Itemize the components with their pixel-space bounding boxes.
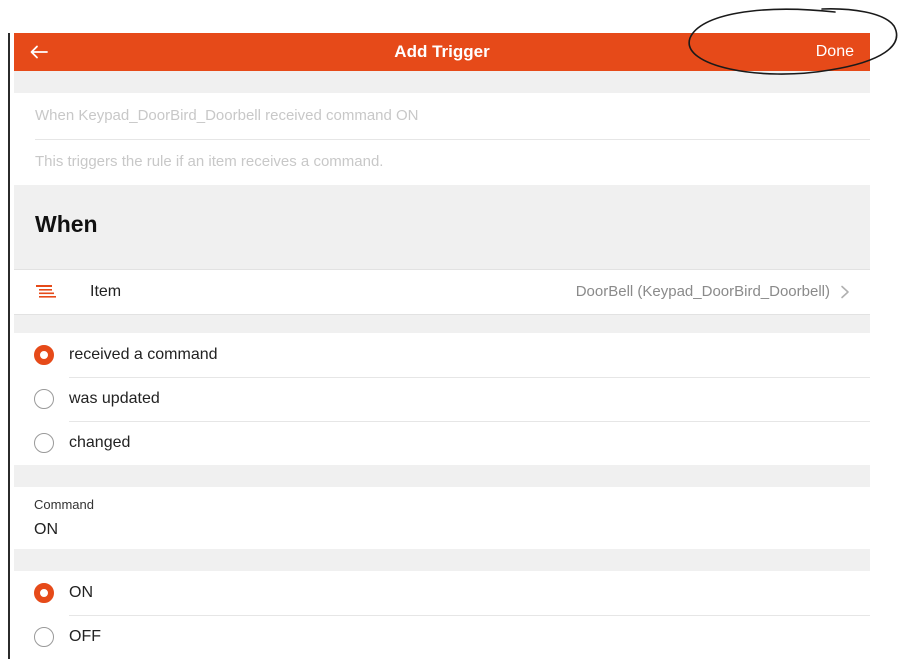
- radio-unselected-icon[interactable]: [34, 433, 54, 453]
- chevron-right-icon: [841, 285, 849, 299]
- command-value-options: ON OFF: [14, 571, 870, 659]
- item-label: Item: [90, 283, 122, 300]
- page-title: Add Trigger: [394, 42, 490, 61]
- radio-unselected-icon[interactable]: [34, 627, 54, 647]
- back-arrow-icon: [30, 45, 48, 59]
- command-option[interactable]: OFF: [14, 615, 870, 659]
- command-value[interactable]: ON: [34, 521, 58, 539]
- top-app-bar: Add Trigger Done: [14, 33, 870, 71]
- radio-selected-icon[interactable]: [34, 345, 54, 365]
- event-type-option[interactable]: received a command: [14, 333, 870, 377]
- trigger-description: When Keypad_DoorBird_Doorbell received c…: [35, 93, 870, 140]
- list-icon: [36, 285, 56, 298]
- event-type-options: received a command was updated changed: [14, 333, 870, 465]
- item-selector-row[interactable]: Item DoorBell (Keypad_DoorBird_Doorbell): [14, 269, 870, 315]
- background-edge: [8, 33, 10, 659]
- command-option[interactable]: ON: [14, 571, 870, 615]
- when-heading: When: [35, 211, 98, 237]
- command-label: Command: [34, 497, 94, 512]
- command-field[interactable]: Command ON: [14, 487, 870, 549]
- radio-unselected-icon[interactable]: [34, 389, 54, 409]
- back-button[interactable]: [30, 39, 66, 65]
- trigger-summary: When Keypad_DoorBird_Doorbell received c…: [14, 93, 870, 185]
- radio-selected-icon[interactable]: [34, 583, 54, 603]
- event-type-option[interactable]: was updated: [14, 377, 870, 421]
- event-type-option-label: was updated: [69, 390, 160, 407]
- app-screen: Add Trigger Done When Keypad_DoorBird_Do…: [14, 33, 870, 659]
- command-option-label: OFF: [69, 628, 101, 645]
- command-option-label: ON: [69, 584, 93, 601]
- done-button[interactable]: Done: [816, 33, 854, 71]
- event-type-option[interactable]: changed: [14, 421, 870, 465]
- trigger-hint: This triggers the rule if an item receiv…: [35, 153, 384, 170]
- item-value: DoorBell (Keypad_DoorBird_Doorbell): [575, 283, 830, 300]
- event-type-option-label: changed: [69, 434, 131, 451]
- event-type-option-label: received a command: [69, 346, 218, 363]
